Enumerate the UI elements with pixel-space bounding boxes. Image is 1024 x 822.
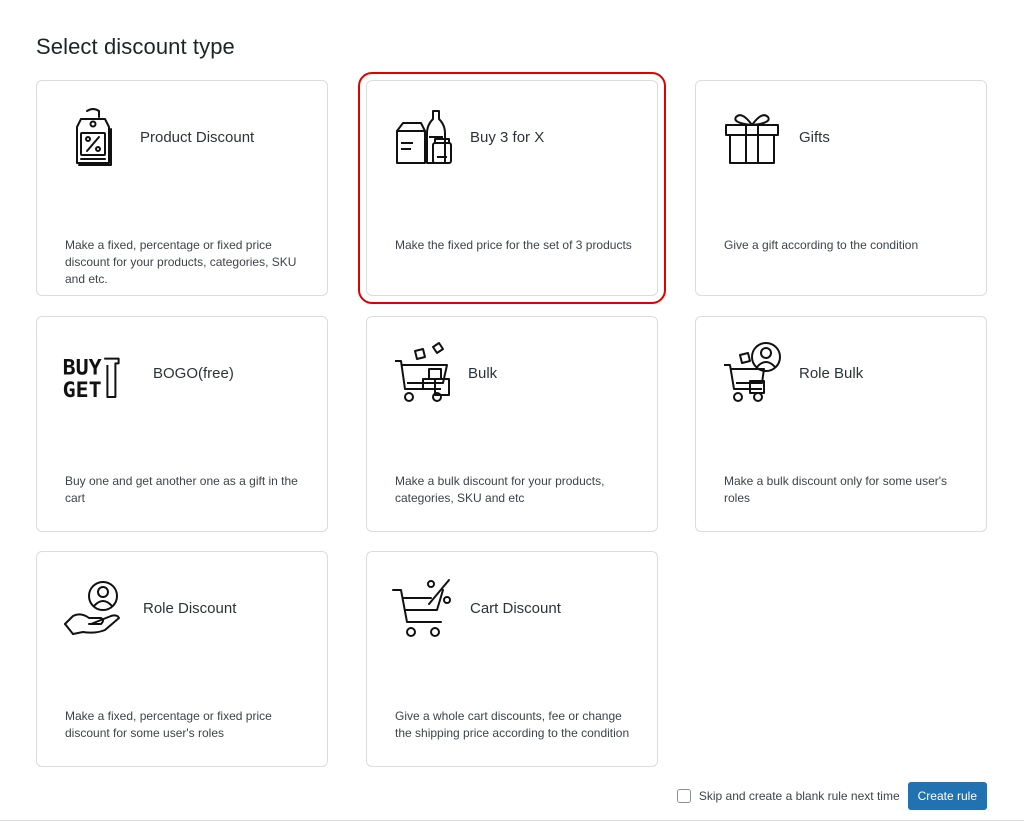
get-text: GET: [63, 378, 102, 403]
footer-actions: Skip and create a blank rule next time C…: [676, 782, 987, 810]
gift-box-icon: [720, 105, 784, 169]
card-title: Role Discount: [143, 600, 237, 617]
discount-type-card-bulk[interactable]: Bulk Make a bulk discount for your produ…: [366, 316, 658, 532]
card-description: Make a fixed, percentage or fixed price …: [65, 238, 297, 286]
card-description: Buy one and get another one as a gift in…: [65, 474, 298, 505]
hand-user-icon: [61, 576, 125, 640]
skip-blank-rule-checkbox[interactable]: [676, 789, 691, 803]
cart-percent-icon: [391, 576, 455, 640]
card-title: Gifts: [799, 129, 830, 146]
discount-type-card-role-bulk[interactable]: Role Bulk Make a bulk discount only for …: [695, 316, 987, 532]
discount-type-card-role-discount[interactable]: Role Discount Make a fixed, percentage o…: [36, 551, 328, 767]
grocery-bundle-icon: [391, 105, 455, 169]
card-title: Buy 3 for X: [470, 129, 545, 146]
card-title: Cart Discount: [470, 600, 561, 617]
discount-type-card-buy-3-for-x[interactable]: Buy 3 for X Make the fixed price for the…: [358, 72, 666, 304]
card-title: BOGO(free): [153, 365, 234, 382]
bottom-divider: [0, 820, 1024, 821]
discount-type-card-gifts[interactable]: Gifts Give a gift according to the condi…: [695, 80, 987, 296]
cart-boxes-icon: [391, 341, 455, 405]
discount-type-card-bogo[interactable]: BUY GET BOGO(free) Buy one and get anoth…: [36, 316, 328, 532]
skip-blank-rule-label[interactable]: Skip and create a blank rule next time: [699, 789, 900, 803]
card-title: Bulk: [468, 365, 498, 382]
discount-type-card-product-discount[interactable]: Product Discount Make a fixed, percentag…: [36, 80, 328, 296]
create-rule-button[interactable]: Create rule: [907, 782, 987, 810]
discount-type-card-cart-discount[interactable]: Cart Discount Give a whole cart discount…: [366, 551, 658, 767]
buy-get-1-icon: BUY GET: [61, 341, 125, 405]
card-description: Give a gift according to the condition: [724, 238, 919, 252]
page-title: Select discount type: [36, 34, 235, 59]
card-description: Make a fixed, percentage or fixed price …: [65, 709, 272, 740]
card-title: Product Discount: [140, 129, 255, 146]
cart-user-icon: [720, 341, 784, 405]
card-description: Make the fixed price for the set of 3 pr…: [395, 238, 632, 252]
card-description: Make a bulk discount for your products, …: [395, 474, 605, 505]
card-title: Role Bulk: [799, 365, 864, 382]
card-description: Make a bulk discount only for some user'…: [724, 474, 948, 505]
price-tag-percent-icon: [61, 105, 125, 169]
buy-text: BUY: [63, 356, 102, 381]
card-description: Give a whole cart discounts, fee or chan…: [395, 709, 630, 740]
